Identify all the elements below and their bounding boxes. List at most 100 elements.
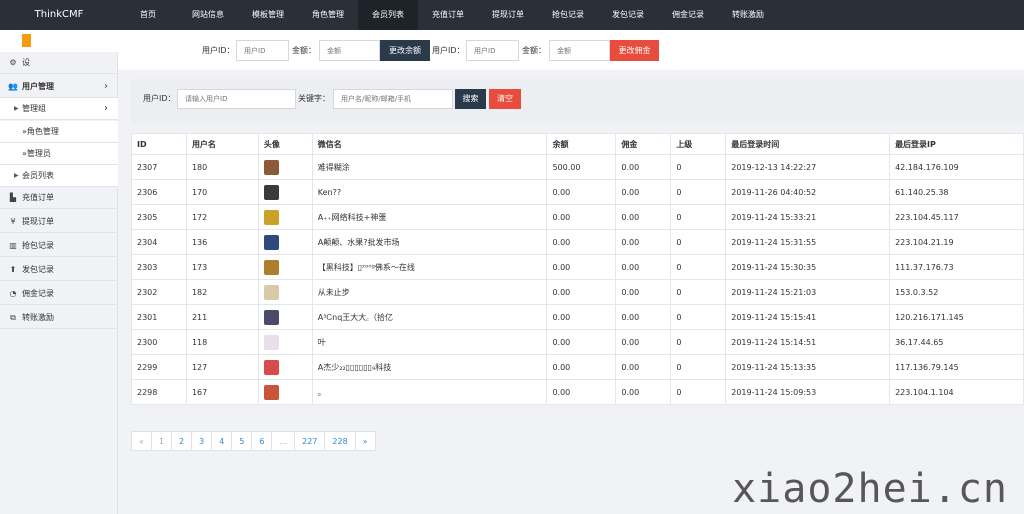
cell-login-ip: 223.104.45.117 xyxy=(889,204,1024,230)
sidebar-item-user-manage[interactable]: 👥 用户管理 › xyxy=(0,76,118,98)
cell-wechat: Ken?? xyxy=(311,179,548,205)
clear-button[interactable]: 清空 xyxy=(489,89,521,109)
cell-wechat: A杰少₂₂▯▯▯▯▯▯₉科技 xyxy=(311,354,548,380)
avatar-cell xyxy=(257,379,313,405)
chevron-right-icon: › xyxy=(104,103,108,114)
top-nav-item[interactable]: 提现订单 xyxy=(478,0,538,30)
chevron-right-icon: › xyxy=(104,81,108,92)
brand-logo[interactable]: ThinkCMF xyxy=(0,0,118,30)
top-nav-item[interactable]: 角色管理 xyxy=(298,0,358,30)
change-balance-button[interactable]: 更改余额 xyxy=(380,40,430,61)
cell-wechat: 从未止步 xyxy=(311,279,548,305)
sidebar-item-manage-group[interactable]: ▶ 管理组 › xyxy=(0,98,118,120)
cell-username: 173 xyxy=(185,254,259,280)
cell-balance: 0.00 xyxy=(546,304,617,330)
cell-id: 2301 xyxy=(131,304,187,330)
search-button[interactable]: 搜索 xyxy=(455,89,486,109)
cell-login-ip: 223.104.1.104 xyxy=(889,379,1024,405)
page-link: 1 xyxy=(150,431,172,451)
cell-balance: 0.00 xyxy=(546,229,617,255)
uid-input-2[interactable] xyxy=(466,40,519,61)
cell-login-ip: 120.216.171.145 xyxy=(889,304,1024,330)
sidebar-item[interactable]: ¥ 提现订单 xyxy=(0,211,118,233)
sidebar-item-role-manage[interactable]: »角色管理 xyxy=(0,121,118,143)
page-link[interactable]: 5 xyxy=(231,431,253,451)
column-header: 头像 xyxy=(257,133,313,155)
sidebar-item[interactable]: ▥ 抢包记录 xyxy=(0,235,118,257)
search-uid-input[interactable] xyxy=(177,89,296,109)
sidebar-item-member-list[interactable]: ▶ 会员列表 xyxy=(0,165,118,187)
cell-login-time: 2019-11-24 15:30:35 xyxy=(725,254,891,280)
cell-balance: 0.00 xyxy=(546,329,617,355)
top-nav-item[interactable]: 充值订单 xyxy=(418,0,478,30)
sidebar-item-settings[interactable]: ⚙ 设 xyxy=(0,52,118,74)
cell-wechat: 难得糊涂 xyxy=(311,154,548,180)
sidebar-logo-strip xyxy=(0,30,118,52)
page-link[interactable]: 2 xyxy=(171,431,193,451)
search-uid-label: 用户ID： xyxy=(143,94,176,103)
caret-right-icon: ▶ xyxy=(14,105,19,112)
cell-login-ip: 117.136.79.145 xyxy=(889,354,1024,380)
cell-id: 2299 xyxy=(131,354,187,380)
column-header: 微信名 xyxy=(311,133,548,155)
top-nav-item[interactable]: 发包记录 xyxy=(598,0,658,30)
avatar-cell xyxy=(257,229,313,255)
bar-chart-icon: ▥ xyxy=(9,241,17,250)
cell-id: 2305 xyxy=(131,204,187,230)
top-nav-item[interactable]: 首页 xyxy=(118,0,178,30)
cell-parent: 0 xyxy=(670,254,727,280)
yen-icon: ¥ xyxy=(10,217,16,226)
avatar xyxy=(263,334,279,350)
page-link[interactable]: 227 xyxy=(294,431,326,451)
top-nav-item[interactable]: 网站信息 xyxy=(178,0,238,30)
sidebar-item[interactable]: ⬆ 发包记录 xyxy=(0,259,118,281)
avatar-cell xyxy=(257,154,313,180)
cell-login-ip: 223.104.21.19 xyxy=(889,229,1024,255)
amount-input-2[interactable] xyxy=(549,40,610,61)
cell-id: 2306 xyxy=(131,179,187,205)
cell-parent: 0 xyxy=(670,229,727,255)
avatar xyxy=(263,209,279,225)
amount-input[interactable] xyxy=(319,40,380,61)
change-commission-button[interactable]: 更改佣金 xyxy=(610,40,659,61)
cell-login-time: 2019-11-24 15:33:21 xyxy=(725,204,891,230)
table-row: 2303 173 【黑科技】▯ᶻᵒⁿᵍ佛系～在线 0.00 0.00 0 2019-11-2… xyxy=(131,254,1024,280)
keyword-input[interactable] xyxy=(333,89,453,109)
page-link[interactable]: 4 xyxy=(211,431,233,451)
cell-parent: 0 xyxy=(670,304,727,330)
sidebar-item-label: 充值订单 xyxy=(22,193,54,202)
page-link[interactable]: 6 xyxy=(251,431,273,451)
cell-commission: 0.00 xyxy=(615,329,672,355)
sidebar-item-admin[interactable]: »管理员 xyxy=(0,143,118,165)
cell-login-ip: 153.0.3.52 xyxy=(889,279,1024,305)
top-nav-item[interactable]: 佣金记录 xyxy=(658,0,718,30)
sidebar-item[interactable]: ▙ 充值订单 xyxy=(0,187,118,209)
page-link[interactable]: 228 xyxy=(324,431,356,451)
cell-login-ip: 42.184.176.109 xyxy=(889,154,1024,180)
avatar-cell xyxy=(257,329,313,355)
cell-commission: 0.00 xyxy=(615,254,672,280)
upload-icon: ⬆ xyxy=(9,265,17,274)
top-nav-item[interactable]: 抢包记录 xyxy=(538,0,598,30)
sidebar-item[interactable]: ◔ 佣金记录 xyxy=(0,283,118,305)
uid-input[interactable] xyxy=(236,40,289,61)
avatar-cell xyxy=(257,179,313,205)
page-link[interactable]: » xyxy=(354,431,376,451)
column-header: 用户名 xyxy=(185,133,259,155)
sidebar-item[interactable]: ⧉ 转账激励 xyxy=(0,307,118,329)
keyword-label: 关键字： xyxy=(298,94,330,103)
sidebar-item-label: 提现订单 xyxy=(22,217,54,226)
cell-parent: 0 xyxy=(670,179,727,205)
top-nav-item[interactable]: 转账激励 xyxy=(718,0,778,30)
cell-parent: 0 xyxy=(670,329,727,355)
cell-login-time: 2019-11-24 15:15:41 xyxy=(725,304,891,330)
cell-login-time: 2019-11-24 15:13:35 xyxy=(725,354,891,380)
page-link[interactable]: 3 xyxy=(191,431,213,451)
top-nav-item[interactable]: 会员列表 xyxy=(358,0,418,30)
cell-commission: 0.00 xyxy=(615,279,672,305)
table-row: 2301 211 A³Ꮯnq王大大꜀（拾亿 0.00 0.00 0 2019-11-24 1… xyxy=(131,304,1024,330)
cell-parent: 0 xyxy=(670,154,727,180)
cell-id: 2307 xyxy=(131,154,187,180)
pie-chart-icon: ◔ xyxy=(9,289,17,298)
top-nav-item[interactable]: 模板管理 xyxy=(238,0,298,30)
